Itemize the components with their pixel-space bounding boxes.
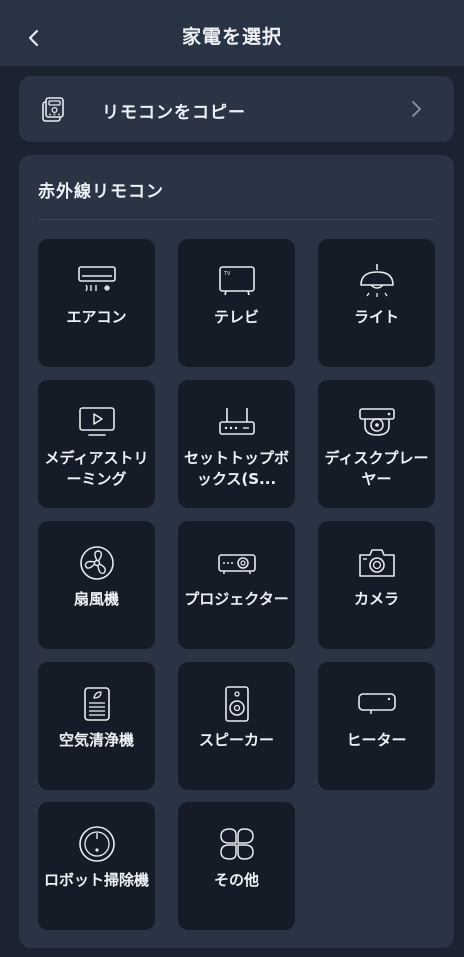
device-label: エアコン <box>66 308 127 326</box>
device-tile-media-streaming[interactable]: メディアストリーミング <box>38 380 155 508</box>
ceiling-light-icon <box>360 264 394 297</box>
device-label: ロボット掃除機 <box>43 871 149 889</box>
divider <box>38 219 435 220</box>
device-label: 空気清浄機 <box>58 731 134 749</box>
section-title: 赤外線リモコン <box>38 182 164 202</box>
device-tile-set-top-box[interactable]: セットトップボックス(S... <box>178 380 295 508</box>
copy-remote-label: リモコンをコピー <box>102 103 246 123</box>
device-label: ヒーター <box>346 731 407 749</box>
device-tile-others[interactable]: その他 <box>178 802 295 930</box>
tv-icon: TV <box>219 266 255 296</box>
device-label: ライト <box>353 308 399 326</box>
top-bar: 家電を選択 <box>0 0 464 66</box>
camera-icon <box>359 549 395 577</box>
air-conditioner-icon <box>78 266 116 292</box>
device-label: ディスクプレーヤー <box>324 449 429 488</box>
device-tile-fan[interactable]: 扇風機 <box>38 521 155 649</box>
device-tile-air-conditioner[interactable]: エアコン <box>38 239 155 367</box>
chevron-right-icon <box>412 101 421 117</box>
copy-remote-button[interactable]: リモコンをコピー <box>19 76 454 142</box>
device-label: 扇風機 <box>73 590 119 608</box>
device-tile-speaker[interactable]: スピーカー <box>178 662 295 790</box>
fan-icon <box>80 546 114 580</box>
speaker-icon <box>225 686 249 722</box>
media-streaming-icon <box>79 407 115 436</box>
heater-icon <box>358 693 396 714</box>
device-tile-disc-player[interactable]: ディスクプレーヤー <box>318 380 435 508</box>
air-purifier-icon <box>84 687 110 721</box>
svg-text:TV: TV <box>223 271 231 277</box>
device-label: スピーカー <box>198 731 274 749</box>
set-top-box-icon <box>219 408 255 435</box>
projector-icon <box>218 554 256 574</box>
device-label: セットトップボックス(S... <box>183 449 289 488</box>
device-label: カメラ <box>353 590 399 608</box>
robot-vacuum-icon <box>79 826 115 862</box>
device-tile-air-purifier[interactable]: 空気清浄機 <box>38 662 155 790</box>
device-tile-camera[interactable]: カメラ <box>318 521 435 649</box>
device-tile-robot-vacuum[interactable]: ロボット掃除機 <box>38 802 155 930</box>
page-title: 家電を選択 <box>181 26 282 48</box>
device-label: メディアストリーミング <box>44 449 149 488</box>
device-tile-tv[interactable]: TV テレビ <box>178 239 295 367</box>
disc-player-icon <box>359 408 395 436</box>
ir-remote-panel: 赤外線リモコン エアコン TV テレビ ライト メディアストリーミング セットト… <box>19 155 454 948</box>
clover-others-icon <box>220 828 254 860</box>
device-tile-projector[interactable]: プロジェクター <box>178 521 295 649</box>
device-tile-light[interactable]: ライト <box>318 239 435 367</box>
device-label: その他 <box>213 871 259 889</box>
device-label: プロジェクター <box>184 590 289 608</box>
device-tile-heater[interactable]: ヒーター <box>318 662 435 790</box>
device-label: テレビ <box>213 308 259 326</box>
remote-control-icon <box>42 97 64 122</box>
